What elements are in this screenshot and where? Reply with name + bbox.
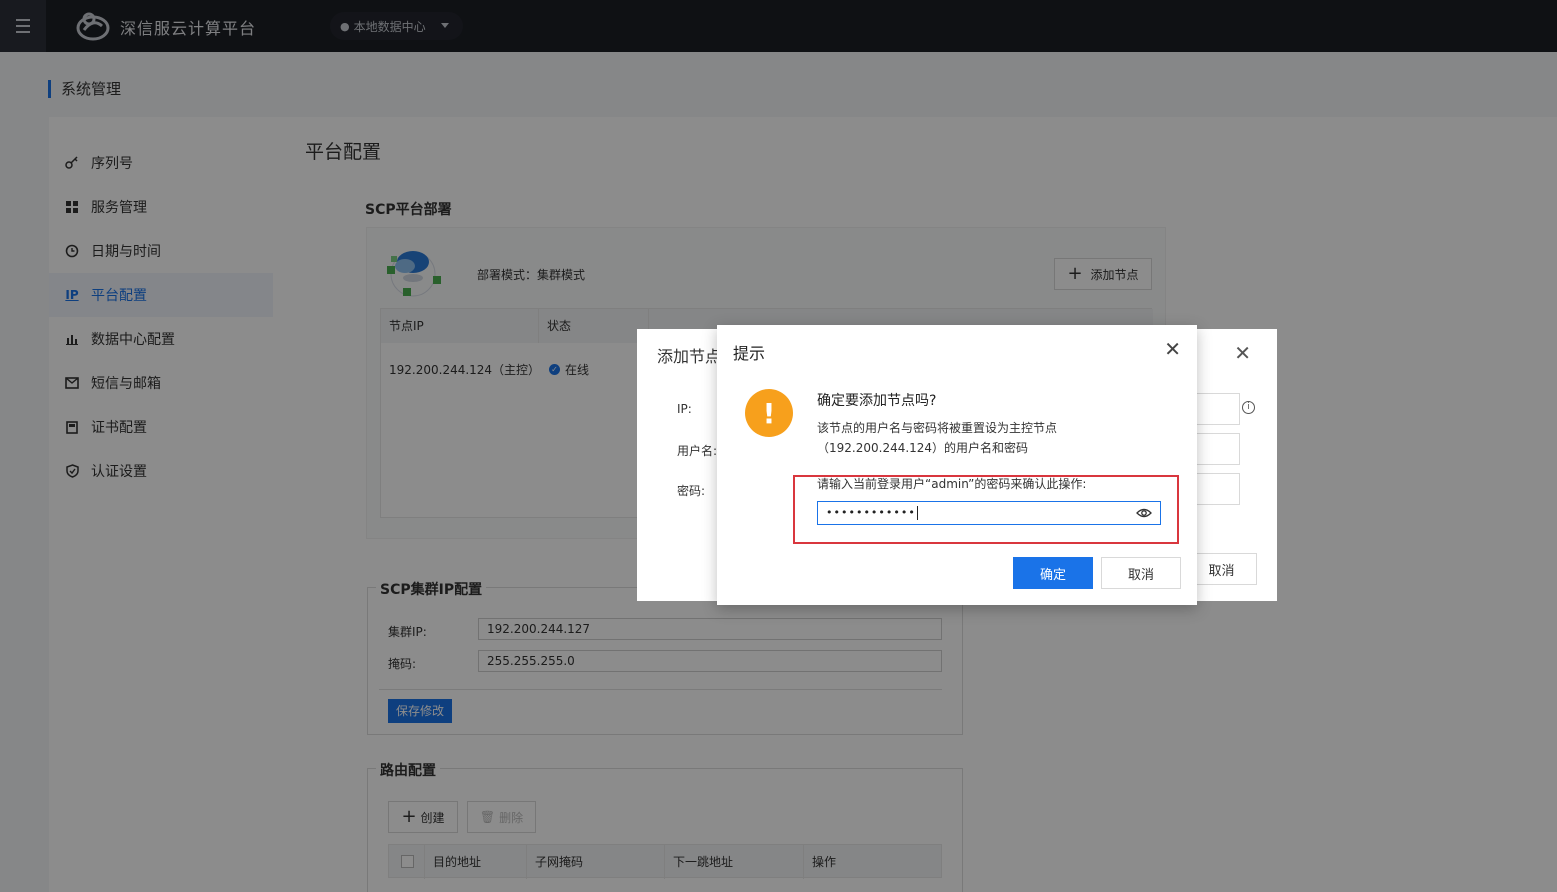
ip-label: IP: (677, 402, 692, 416)
confirm-dialog-title: 提示 (733, 344, 766, 363)
confirm-dialog: 提示 ✕ ! 确定要添加节点吗? 该节点的用户名与密码将被重置设为主控节点（19… (717, 325, 1197, 605)
add-node-dialog-title: 添加节点 (657, 347, 722, 366)
confirm-heading: 确定要添加节点吗? (817, 393, 937, 409)
info-icon[interactable]: i (1242, 401, 1255, 414)
password-prompt: 请输入当前登录用户“admin”的密码来确认此操作: (817, 477, 1087, 491)
cancel-button[interactable]: 取消 (1101, 557, 1181, 589)
password-mask: •••••••••••• (826, 506, 916, 519)
close-icon[interactable]: ✕ (1164, 337, 1181, 361)
ok-button[interactable]: 确定 (1013, 557, 1093, 589)
confirm-description: 该节点的用户名与密码将被重置设为主控节点（192.200.244.124）的用户… (817, 421, 1058, 455)
warning-icon: ! (745, 389, 793, 437)
password-label: 密码: (677, 484, 706, 498)
eye-icon[interactable] (1136, 506, 1152, 520)
text-cursor (916, 506, 918, 520)
username-label: 用户名: (677, 444, 718, 458)
close-icon[interactable]: ✕ (1234, 341, 1251, 365)
confirm-password-input[interactable]: •••••••••••• (817, 501, 1161, 525)
